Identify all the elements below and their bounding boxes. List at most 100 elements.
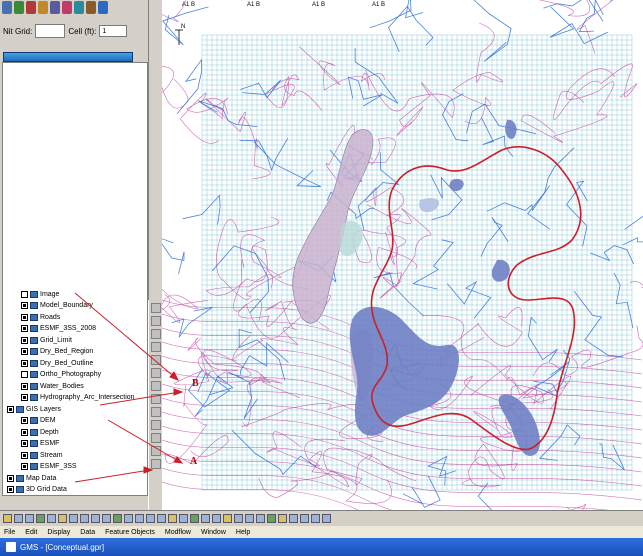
toolbar-button-icon[interactable] bbox=[212, 514, 221, 523]
toolbar-button-icon[interactable] bbox=[80, 514, 89, 523]
layer-checkbox[interactable] bbox=[21, 359, 28, 367]
menu-item[interactable]: Window bbox=[201, 529, 226, 536]
layer-checkbox[interactable] bbox=[21, 463, 28, 470]
toolbar-button-icon[interactable] bbox=[124, 514, 133, 523]
toolbar-button-icon[interactable] bbox=[3, 514, 12, 523]
toolbar-button-icon[interactable] bbox=[58, 514, 67, 523]
globe-icon[interactable] bbox=[98, 1, 108, 14]
toolbar-button-icon[interactable] bbox=[256, 514, 265, 523]
toolbar-button-icon[interactable] bbox=[113, 514, 122, 523]
toolbar-button-icon[interactable] bbox=[102, 514, 111, 523]
menu-item[interactable]: Help bbox=[236, 529, 250, 536]
toolbar-button-icon[interactable] bbox=[311, 514, 320, 523]
toolbar-button-icon[interactable] bbox=[201, 514, 210, 523]
tree-item[interactable]: Roads bbox=[21, 312, 60, 322]
tree-item[interactable]: Ortho_Photography bbox=[21, 370, 101, 380]
layer-checkbox[interactable] bbox=[21, 348, 28, 355]
toolbar-button-icon[interactable] bbox=[234, 514, 243, 523]
rotate-icon[interactable] bbox=[38, 1, 48, 14]
grid-field[interactable] bbox=[35, 24, 66, 38]
toolbar-button-icon[interactable] bbox=[245, 514, 254, 523]
pan-icon[interactable] bbox=[26, 1, 36, 14]
dry-bed-region[interactable] bbox=[339, 220, 363, 257]
app-icon[interactable] bbox=[6, 542, 16, 552]
layer-checkbox[interactable] bbox=[7, 486, 14, 493]
pointer-icon[interactable] bbox=[2, 1, 12, 14]
layer-checkbox[interactable] bbox=[7, 405, 14, 413]
layer-checkbox[interactable] bbox=[21, 302, 28, 309]
toolbar-button-icon[interactable] bbox=[289, 514, 298, 523]
tree-item[interactable]: Model_Boundary bbox=[21, 301, 93, 311]
layer-checkbox[interactable] bbox=[21, 440, 28, 447]
tree-item[interactable]: Grid_Limit bbox=[21, 335, 72, 345]
toolbar-button-icon[interactable] bbox=[267, 514, 276, 523]
toolbar-button-icon[interactable] bbox=[36, 514, 45, 523]
toolbar-button-icon[interactable] bbox=[223, 514, 232, 523]
zoom-icon[interactable] bbox=[14, 1, 24, 14]
tree-item[interactable]: Water_Bodies bbox=[21, 381, 84, 391]
menu-item[interactable]: Display bbox=[47, 529, 70, 536]
menu-item[interactable]: Modflow bbox=[165, 529, 191, 536]
tree-item[interactable]: Map Data bbox=[7, 473, 56, 483]
toolbar-button-icon[interactable] bbox=[190, 514, 199, 523]
line-tool-icon[interactable] bbox=[151, 316, 161, 326]
tree-item[interactable]: Stream bbox=[21, 450, 63, 460]
contour-icon[interactable] bbox=[74, 1, 84, 14]
map-view[interactable]: A1 B A1 B A1 B A1 B N B A bbox=[162, 0, 643, 510]
layer-checkbox[interactable] bbox=[21, 325, 28, 332]
water-body[interactable] bbox=[349, 306, 459, 436]
grid-icon[interactable] bbox=[50, 1, 60, 14]
toolbar-button-icon[interactable] bbox=[135, 514, 144, 523]
toolbar-button-icon[interactable] bbox=[91, 514, 100, 523]
menu-item[interactable]: Data bbox=[80, 529, 95, 536]
toolbar-button-icon[interactable] bbox=[69, 514, 78, 523]
toolbar-button-icon[interactable] bbox=[146, 514, 155, 523]
point-tool-icon[interactable] bbox=[151, 329, 161, 339]
layer-checkbox[interactable] bbox=[21, 382, 28, 390]
zoom-tool-icon[interactable] bbox=[151, 420, 161, 430]
layer-checkbox[interactable] bbox=[21, 313, 28, 321]
info-tool-icon[interactable] bbox=[151, 459, 161, 469]
map-icon[interactable] bbox=[86, 1, 96, 14]
tree-item[interactable]: DEM bbox=[21, 416, 56, 426]
map-canvas[interactable]: A1 B A1 B A1 B A1 B N bbox=[162, 0, 643, 510]
rotate-tool-icon[interactable] bbox=[151, 446, 161, 456]
layer-checkbox[interactable] bbox=[21, 417, 28, 424]
toolbar-button-icon[interactable] bbox=[278, 514, 287, 523]
vertex-tool-icon[interactable] bbox=[151, 368, 161, 378]
cell-field[interactable]: 1 bbox=[99, 25, 128, 37]
toolbar-button-icon[interactable] bbox=[322, 514, 331, 523]
tree-item[interactable]: ESMF_3SS bbox=[21, 462, 77, 472]
polygon-tool-icon[interactable] bbox=[151, 342, 161, 352]
tree-item[interactable]: Depth bbox=[21, 427, 59, 437]
layer-icon[interactable] bbox=[62, 1, 72, 14]
layer-checkbox[interactable] bbox=[7, 474, 14, 482]
selected-item-bar[interactable] bbox=[3, 52, 133, 62]
layer-checkbox[interactable] bbox=[21, 290, 28, 298]
layer-checkbox[interactable] bbox=[21, 428, 28, 436]
menu-item[interactable]: File bbox=[4, 529, 15, 536]
tree-item[interactable]: GIS Layers bbox=[7, 404, 61, 414]
select-tool-icon[interactable] bbox=[151, 303, 161, 313]
tree-item[interactable]: Image bbox=[21, 289, 59, 299]
taskbar-title[interactable]: GMS - [Conceptual.gpr] bbox=[20, 543, 104, 552]
tree-item[interactable]: Dry_Bed_Outline bbox=[21, 358, 93, 368]
layer-checkbox[interactable] bbox=[21, 336, 28, 344]
toolbar-button-icon[interactable] bbox=[47, 514, 56, 523]
toolbar-button-icon[interactable] bbox=[25, 514, 34, 523]
pan-tool-icon[interactable] bbox=[151, 433, 161, 443]
toolbar-button-icon[interactable] bbox=[300, 514, 309, 523]
toolbar-button-icon[interactable] bbox=[157, 514, 166, 523]
cell-tool-icon[interactable] bbox=[151, 407, 161, 417]
layer-checkbox[interactable] bbox=[21, 451, 28, 459]
tree-item[interactable]: ESMF_3SS_2008 bbox=[21, 324, 96, 334]
tree-item[interactable]: Dry_Bed_Region bbox=[21, 347, 93, 357]
node-tool-icon[interactable] bbox=[151, 394, 161, 404]
tree-item[interactable]: Hydrography_Arc_Intersection bbox=[21, 393, 135, 403]
toolbar-button-icon[interactable] bbox=[168, 514, 177, 523]
toolbar-button-icon[interactable] bbox=[179, 514, 188, 523]
menu-item[interactable]: Feature Objects bbox=[105, 529, 155, 536]
water-body[interactable] bbox=[449, 178, 464, 192]
toolbar-button-icon[interactable] bbox=[14, 514, 23, 523]
arc-tool-icon[interactable] bbox=[151, 355, 161, 365]
